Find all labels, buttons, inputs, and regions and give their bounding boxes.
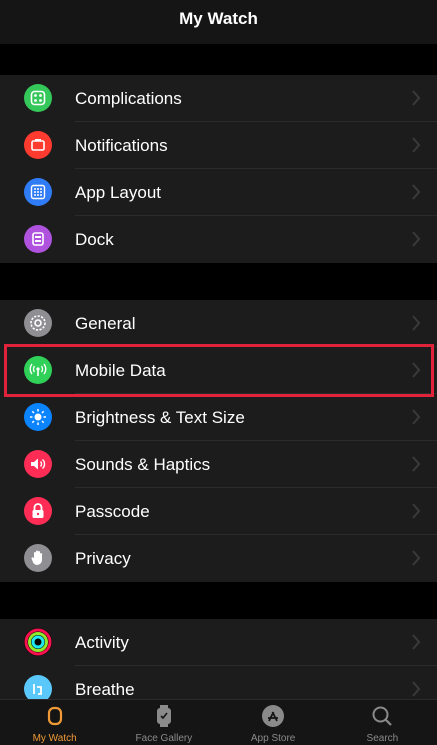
app-layout-icon	[24, 178, 52, 206]
chevron-right-icon	[412, 315, 421, 331]
settings-group-apps: Complications Notifications App Layout D…	[0, 75, 437, 263]
row-label: Mobile Data	[75, 361, 166, 380]
row-notifications[interactable]: Notifications	[0, 122, 437, 169]
chevron-right-icon	[412, 681, 421, 697]
section-gap	[0, 263, 437, 300]
tab-label: Face Gallery	[135, 733, 193, 744]
speaker-icon	[24, 450, 52, 478]
tab-label: My Watch	[32, 733, 77, 744]
app-store-icon	[262, 705, 285, 727]
row-label: Dock	[75, 230, 114, 249]
row-label: App Layout	[75, 183, 162, 202]
row-activity[interactable]: Activity	[0, 619, 437, 666]
search-icon	[372, 706, 393, 726]
row-app-layout[interactable]: App Layout	[0, 169, 437, 216]
row-mobile-data[interactable]: Mobile Data	[0, 347, 437, 394]
section-gap	[0, 44, 437, 75]
settings-list[interactable]: Complications Notifications App Layout D…	[0, 44, 437, 713]
lock-icon	[24, 497, 52, 525]
complications-icon	[24, 84, 52, 112]
face-gallery-icon	[156, 705, 171, 727]
row-privacy[interactable]: Privacy	[0, 535, 437, 582]
row-label: Activity	[75, 633, 129, 652]
row-dock[interactable]: Dock	[0, 216, 437, 263]
chevron-right-icon	[412, 184, 421, 200]
chevron-right-icon	[412, 503, 421, 519]
row-sounds-haptics[interactable]: Sounds & Haptics	[0, 441, 437, 488]
row-passcode[interactable]: Passcode	[0, 488, 437, 535]
chevron-right-icon	[412, 231, 421, 247]
page-title: My Watch	[179, 9, 258, 28]
tab-face-gallery[interactable]: Face Gallery	[109, 700, 218, 745]
tab-search[interactable]: Search	[328, 700, 437, 745]
watch-icon	[47, 706, 62, 726]
row-label: Privacy	[75, 549, 131, 568]
activity-rings-icon	[24, 628, 52, 656]
row-label: Complications	[75, 89, 182, 108]
chevron-right-icon	[412, 409, 421, 425]
gear-icon	[24, 309, 52, 337]
row-label: Sounds & Haptics	[75, 455, 211, 474]
tab-app-store[interactable]: App Store	[219, 700, 328, 745]
settings-group-system: General Mobile Data Brightness & Text Si…	[0, 300, 437, 582]
row-label: Passcode	[75, 502, 150, 521]
tab-my-watch[interactable]: My Watch	[0, 700, 109, 745]
tab-bar: My Watch Face Gallery App Store Search	[0, 699, 437, 745]
row-general[interactable]: General	[0, 300, 437, 347]
chevron-right-icon	[412, 634, 421, 650]
chevron-right-icon	[412, 456, 421, 472]
dock-icon	[24, 225, 52, 253]
row-label: Notifications	[75, 136, 168, 155]
brightness-icon	[24, 403, 52, 431]
chevron-right-icon	[412, 137, 421, 153]
row-brightness[interactable]: Brightness & Text Size	[0, 394, 437, 441]
row-label: Brightness & Text Size	[75, 408, 245, 427]
antenna-icon	[24, 356, 52, 384]
notifications-icon	[24, 131, 52, 159]
navigation-bar: My Watch	[0, 0, 437, 44]
tab-label: Search	[366, 733, 399, 744]
row-label: General	[75, 314, 136, 333]
section-gap	[0, 582, 437, 619]
row-complications[interactable]: Complications	[0, 75, 437, 122]
chevron-right-icon	[412, 90, 421, 106]
tab-label: App Store	[250, 733, 296, 744]
chevron-right-icon	[412, 550, 421, 566]
chevron-right-icon	[412, 362, 421, 378]
hand-icon	[24, 544, 52, 572]
